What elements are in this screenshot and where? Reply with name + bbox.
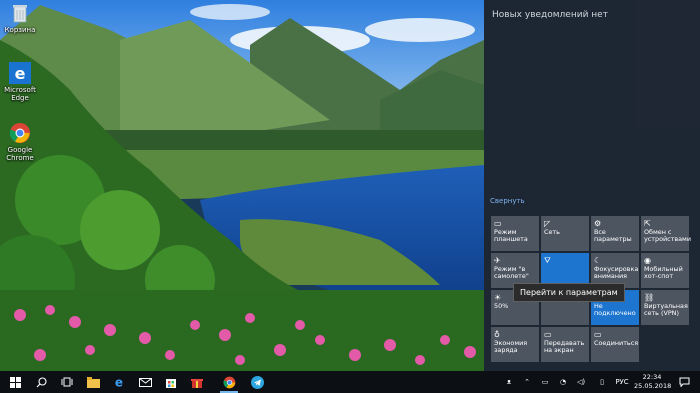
taskbar-file-explorer[interactable] xyxy=(80,371,106,393)
desktop-icon-google-chrome[interactable]: Google Chrome xyxy=(4,122,36,162)
desktop-icon-label: Google Chrome xyxy=(6,146,34,162)
clock-date: 25.05.2018 xyxy=(634,382,672,390)
notifications-header: Новых уведомлений нет xyxy=(492,10,608,20)
edge-icon: e xyxy=(115,376,123,388)
taskbar-mail[interactable] xyxy=(132,371,158,393)
search-button[interactable] xyxy=(28,371,54,393)
volume-icon[interactable]: ◁) xyxy=(574,371,588,393)
edge-icon: e xyxy=(9,62,31,84)
taskbar-gift-app[interactable] xyxy=(184,371,210,393)
recycle-bin-icon xyxy=(13,5,27,23)
tile-project[interactable]: ▭ Передавать на экран xyxy=(541,327,589,362)
svg-text:e: e xyxy=(115,376,123,388)
chrome-icon xyxy=(9,123,30,143)
action-center-button[interactable] xyxy=(674,371,694,393)
tile-nearby-sharing[interactable]: ⇱ Обмен с устройствами xyxy=(641,216,691,251)
taskbar-chrome[interactable] xyxy=(216,371,242,393)
telegram-icon xyxy=(250,375,264,389)
tile-battery-saver[interactable]: ♁ Экономия заряда xyxy=(491,327,539,362)
tooltip-go-to-settings: Перейти к параметрам xyxy=(513,283,625,302)
search-icon xyxy=(36,376,47,387)
battery-status-icon[interactable]: ▯ xyxy=(592,371,612,393)
collapse-link[interactable]: Свернуть xyxy=(490,197,525,205)
desktop-wallpaper: Корзина e Microsoft Edge Google Chrome xyxy=(0,0,484,371)
people-icon[interactable]: ᴥ xyxy=(502,371,516,393)
chevron-up-icon[interactable]: ⌃ xyxy=(520,371,534,393)
landscape-wallpaper xyxy=(0,0,484,371)
task-view-icon xyxy=(61,377,73,387)
desktop-icon-label: Microsoft Edge xyxy=(4,86,36,102)
gift-icon xyxy=(191,379,203,388)
svg-text:e: e xyxy=(15,64,26,83)
desktop-icon-label: Корзина xyxy=(4,26,36,34)
store-icon xyxy=(166,379,176,388)
clock-time: 22:34 xyxy=(642,373,662,381)
tile-mobile-hotspot[interactable]: ◉ Мобильный хот-спот xyxy=(641,253,689,288)
wifi-icon[interactable]: ◔ xyxy=(556,371,570,393)
taskbar-store[interactable] xyxy=(158,371,184,393)
battery-icon[interactable]: ▭ xyxy=(538,371,552,393)
taskbar: e ᴥ ⌃ ▭ ◔ ◁) ▯ РУС 22:34 25.05.2018 xyxy=(0,371,700,393)
windows-logo-icon xyxy=(9,376,21,388)
desktop-icon-recycle-bin[interactable]: Корзина xyxy=(4,2,36,34)
notification-icon xyxy=(679,377,689,387)
clock[interactable]: 22:34 25.05.2018 xyxy=(634,373,672,391)
desktop-icon-microsoft-edge[interactable]: e Microsoft Edge xyxy=(4,62,36,102)
tile-connect[interactable]: ▭ Соединиться xyxy=(591,327,639,362)
tile-network[interactable]: ◸ Сеть xyxy=(541,216,589,251)
tile-tablet-mode[interactable]: ▭ Режим планшета xyxy=(491,216,539,251)
language-indicator[interactable]: РУС xyxy=(612,371,632,393)
task-view-button[interactable] xyxy=(54,371,80,393)
start-button[interactable] xyxy=(2,371,28,393)
location-icon: ⛛ xyxy=(544,256,551,265)
mail-icon xyxy=(138,377,152,387)
taskbar-edge[interactable]: e xyxy=(106,371,132,393)
chrome-icon xyxy=(223,376,235,388)
tile-vpn[interactable]: ⛓ Виртуальная сеть (VPN) xyxy=(641,290,689,325)
tile-all-settings[interactable]: ⚙ Все параметры xyxy=(591,216,639,251)
taskbar-telegram[interactable] xyxy=(244,371,270,393)
folder-icon xyxy=(86,376,100,388)
